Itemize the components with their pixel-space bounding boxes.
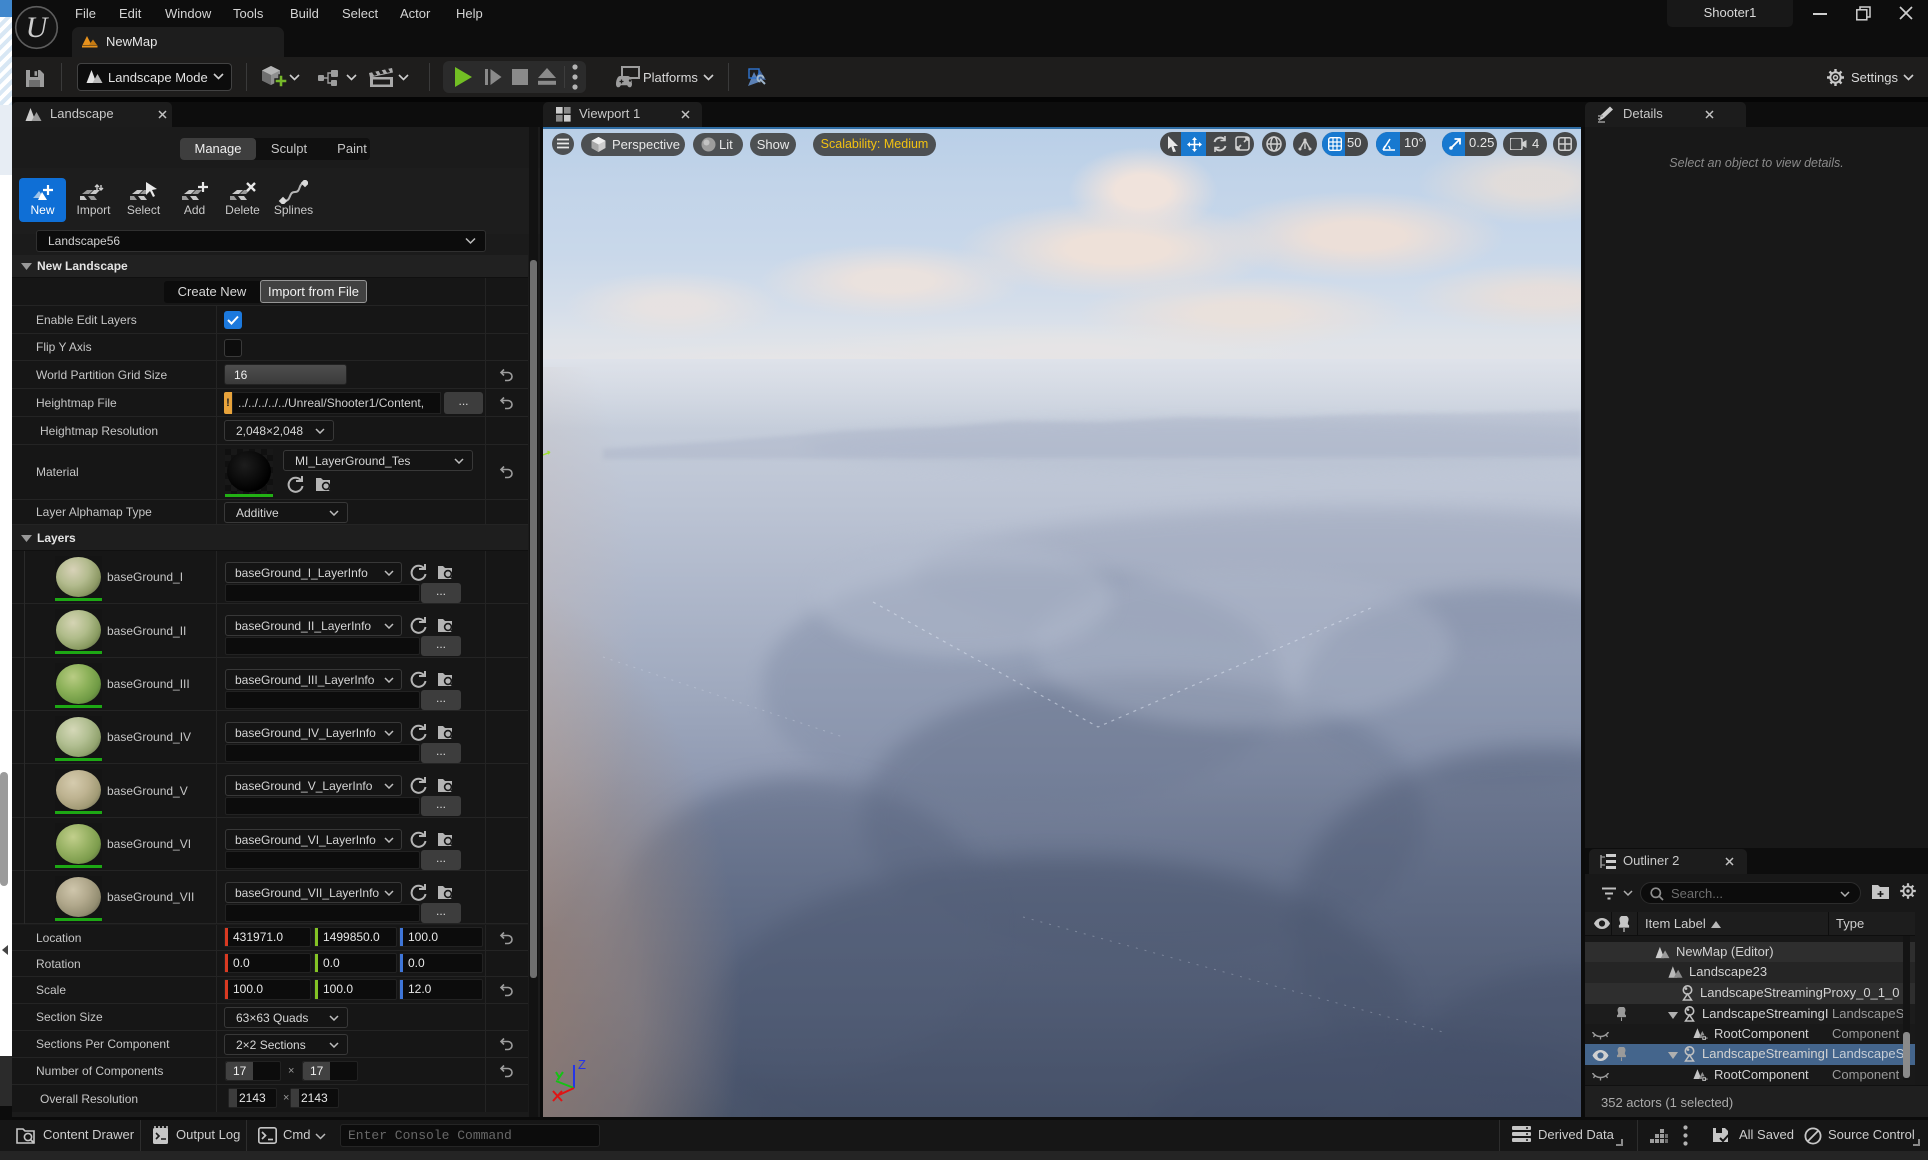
svg-text:Z: Z bbox=[578, 1057, 586, 1072]
svg-text:U: U bbox=[26, 11, 50, 44]
